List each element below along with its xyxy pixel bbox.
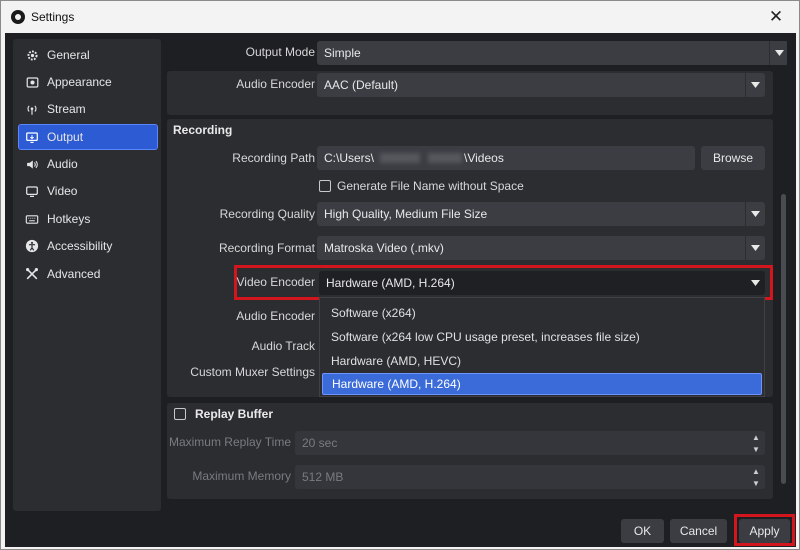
sidebar-item-audio[interactable]: Audio — [19, 152, 157, 176]
monitor-icon — [25, 184, 39, 198]
encoder-option[interactable]: Software (x264) — [322, 302, 762, 324]
recording-path-suffix: \Videos — [464, 151, 504, 165]
recording-section-title: Recording — [173, 123, 233, 137]
close-button[interactable]: ✕ — [753, 1, 799, 33]
video-encoder-value: Hardware (AMD, H.264) — [326, 276, 455, 290]
recording-format-select[interactable]: Matroska Video (.mkv) — [317, 236, 765, 260]
sidebar-item-label: Audio — [47, 157, 78, 171]
sidebar-item-label: Hotkeys — [47, 212, 91, 226]
recording-quality-select[interactable]: High Quality, Medium File Size — [317, 202, 765, 226]
sidebar-item-output[interactable]: Output — [18, 124, 158, 150]
recording-format-value: Matroska Video (.mkv) — [324, 241, 444, 255]
chevron-down-icon — [769, 41, 787, 65]
sidebar-item-label: Video — [47, 184, 78, 198]
obs-logo-icon — [11, 10, 25, 24]
appearance-icon — [25, 75, 39, 89]
generate-filename-label: Generate File Name without Space — [337, 179, 524, 193]
custom-muxer-label: Custom Muxer Settings — [190, 365, 315, 379]
recording-path-input[interactable]: C:\Users\ \Videos — [317, 146, 695, 170]
sidebar-item-advanced[interactable]: Advanced — [19, 262, 157, 286]
output-icon — [25, 130, 39, 144]
recording-path-prefix: C:\Users\ — [324, 151, 375, 165]
sidebar-item-hotkeys[interactable]: Hotkeys — [19, 207, 157, 231]
cancel-button[interactable]: Cancel — [670, 519, 727, 543]
settings-sidebar: General Appearance Stream Output Audio V… — [13, 39, 161, 511]
output-settings-content: Output Mode Simple Audio Encoder AAC (De… — [167, 39, 787, 511]
accessibility-icon — [25, 239, 39, 253]
max-replay-time-spinbox[interactable]: 20 sec ▲ ▼ — [295, 431, 765, 455]
replay-buffer-title: Replay Buffer — [195, 407, 274, 421]
streaming-audio-encoder-value: AAC (Default) — [324, 78, 399, 92]
redacted-username-2 — [428, 153, 463, 163]
chevron-down-icon — [745, 202, 765, 226]
output-mode-label: Output Mode — [245, 45, 315, 59]
sidebar-item-video[interactable]: Video — [19, 179, 157, 203]
recording-format-label: Recording Format — [218, 241, 315, 255]
encoder-option[interactable]: Hardware (AMD, HEVC) — [322, 350, 762, 372]
recording-audio-encoder-label: Audio Encoder — [236, 309, 315, 323]
recording-quality-label: Recording Quality — [219, 207, 315, 221]
max-memory-spinbox[interactable]: 512 MB ▲ ▼ — [295, 465, 765, 489]
output-mode-select[interactable]: Simple — [317, 41, 787, 65]
recording-quality-value: High Quality, Medium File Size — [324, 207, 488, 221]
video-encoder-select[interactable]: Hardware (AMD, H.264) — [319, 271, 765, 295]
chevron-up-icon[interactable]: ▲ — [747, 431, 765, 443]
video-encoder-label: Video Encoder — [236, 275, 315, 289]
sidebar-item-stream[interactable]: Stream — [19, 97, 157, 121]
sidebar-item-label: General — [47, 48, 90, 62]
audio-track-label: Audio Track — [251, 339, 315, 353]
sidebar-item-label: Advanced — [47, 267, 101, 281]
max-memory-value: 512 MB — [302, 470, 344, 484]
chevron-down-icon — [745, 271, 765, 295]
sidebar-item-appearance[interactable]: Appearance — [19, 70, 157, 94]
sidebar-item-label: Stream — [47, 102, 86, 116]
chevron-down-icon[interactable]: ▼ — [747, 443, 765, 455]
video-encoder-dropdown-list: Software (x264) Software (x264 low CPU u… — [319, 297, 765, 397]
replay-buffer-checkbox[interactable] — [174, 408, 186, 420]
sidebar-item-general[interactable]: General — [19, 43, 157, 67]
stream-icon — [25, 102, 39, 116]
window-title: Settings — [31, 10, 75, 24]
max-replay-time-label: Maximum Replay Time — [168, 435, 291, 449]
generate-filename-checkbox[interactable] — [319, 180, 331, 192]
recording-path-label: Recording Path — [232, 151, 315, 165]
streaming-audio-encoder-label: Audio Encoder — [236, 77, 315, 91]
speaker-icon — [25, 157, 39, 171]
tools-icon — [25, 267, 39, 281]
chevron-up-icon[interactable]: ▲ — [747, 465, 765, 477]
apply-button[interactable]: Apply — [739, 519, 790, 543]
encoder-option[interactable]: Software (x264 low CPU usage preset, inc… — [322, 326, 762, 348]
spin-buttons: ▲ ▼ — [747, 465, 765, 489]
encoder-option-selected[interactable]: Hardware (AMD, H.264) — [322, 373, 762, 395]
chevron-down-icon — [745, 73, 765, 97]
redacted-username — [380, 153, 421, 163]
chevron-down-icon — [745, 236, 765, 260]
sidebar-item-label: Output — [47, 130, 84, 144]
settings-client-area: General Appearance Stream Output Audio V… — [5, 33, 796, 547]
max-memory-label: Maximum Memory — [192, 469, 291, 483]
keyboard-icon — [25, 212, 39, 226]
content-scrollbar-thumb[interactable] — [781, 194, 786, 484]
chevron-down-icon[interactable]: ▼ — [747, 477, 765, 489]
sidebar-item-label: Appearance — [47, 75, 112, 89]
sidebar-item-accessibility[interactable]: Accessibility — [19, 234, 157, 258]
ok-button[interactable]: OK — [621, 519, 664, 543]
streaming-audio-encoder-select[interactable]: AAC (Default) — [317, 73, 765, 97]
settings-window: Settings ✕ General Appearance Stream Out… — [0, 0, 800, 550]
sidebar-item-label: Accessibility — [47, 239, 113, 253]
gear-icon — [25, 48, 39, 62]
max-replay-time-value: 20 sec — [302, 436, 338, 450]
title-bar: Settings ✕ — [1, 1, 799, 33]
browse-button[interactable]: Browse — [701, 146, 765, 170]
spin-buttons: ▲ ▼ — [747, 431, 765, 455]
output-mode-value: Simple — [324, 46, 361, 60]
